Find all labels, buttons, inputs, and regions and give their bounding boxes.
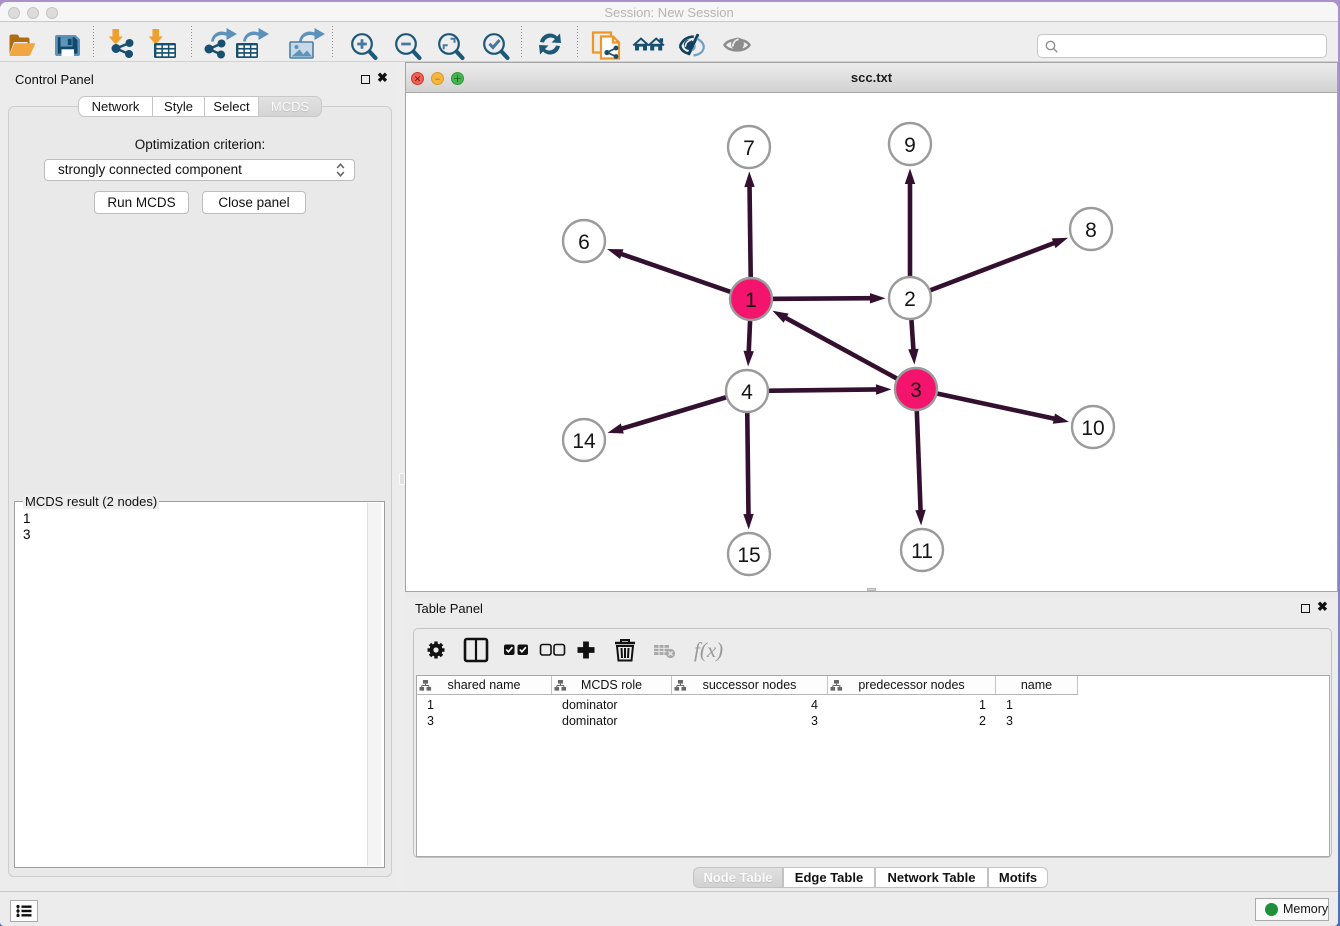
svg-text:f(x): f(x) (694, 638, 723, 662)
svg-text:14: 14 (572, 430, 596, 453)
svg-text:8: 8 (1085, 219, 1097, 242)
svg-text:9: 9 (904, 134, 916, 157)
svg-text:4: 4 (741, 381, 753, 404)
svg-text:1: 1 (745, 289, 757, 312)
svg-text:15: 15 (737, 544, 760, 567)
svg-text:10: 10 (1081, 417, 1104, 440)
svg-text:7: 7 (743, 137, 755, 160)
svg-text:2: 2 (904, 288, 916, 311)
svg-text:3: 3 (910, 379, 922, 402)
svg-text:6: 6 (578, 231, 590, 254)
svg-text:11: 11 (911, 540, 933, 563)
